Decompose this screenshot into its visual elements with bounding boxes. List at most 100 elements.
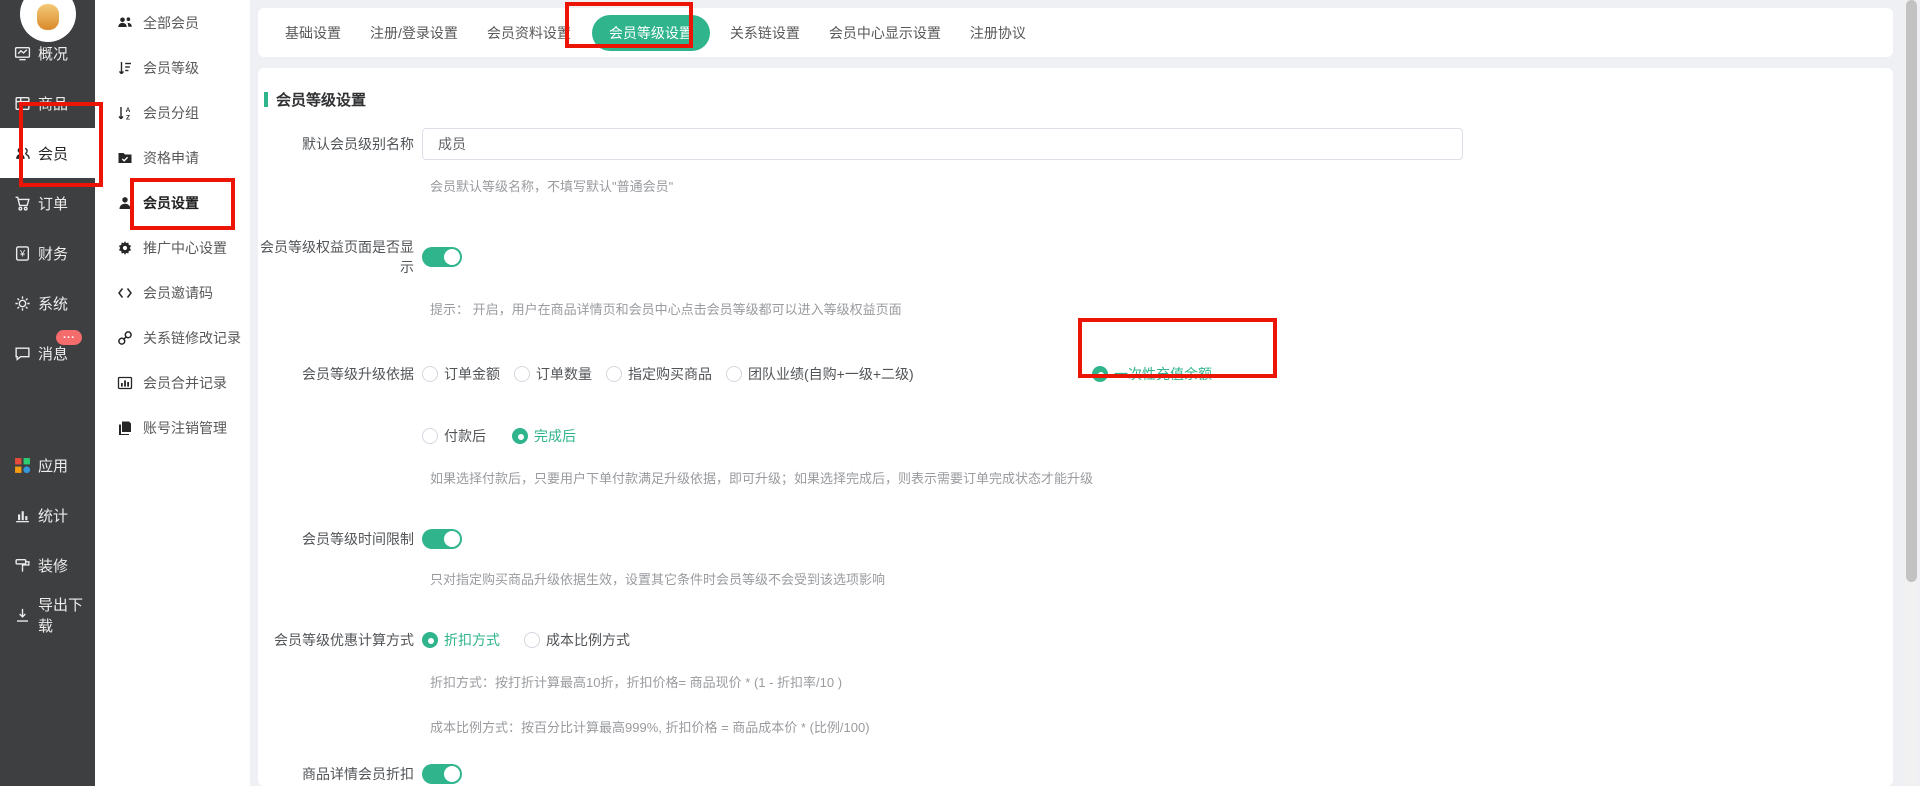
radio-team-performance[interactable]: 团队业绩(自购+一级+二级): [726, 364, 914, 384]
level-time-limit-row: 会员等级时间限制: [258, 529, 1893, 549]
relation-chain-link-icon: [117, 330, 133, 346]
settings-tab-bar: 基础设置 注册/登录设置 会员资料设置 会员等级设置 关系链设置 会员中心显示设…: [258, 8, 1893, 57]
upgrade-timing-row: 付款后 完成后: [258, 426, 1893, 446]
sidebar-item-account-cancel[interactable]: 账号注销管理: [95, 405, 250, 450]
radio-after-payment[interactable]: 付款后: [422, 426, 486, 446]
radio-specified-goods[interactable]: 指定购买商品: [606, 364, 712, 384]
sidebar-item-label: 财务: [38, 243, 68, 264]
sidebar-item-member-level[interactable]: 会员等级: [95, 45, 250, 90]
level-time-limit-toggle[interactable]: [422, 529, 462, 549]
radio-one-time-recharge[interactable]: 一次性充值余额: [1092, 364, 1212, 384]
upgrade-basis-row: 会员等级升级依据 订单金额 订单数量 指定购买商品 团队业绩(自购+一级+二级)…: [258, 364, 1893, 384]
messages-bubble-icon: [14, 345, 31, 362]
sidebar-item-label: 会员邀请码: [143, 283, 213, 303]
sidebar-item-label: 关系链修改记录: [143, 328, 241, 348]
sidebar-item-relation-chain-log[interactable]: 关系链修改记录: [95, 315, 250, 360]
primary-sidebar: 概况 商品 会员 订单 ¥ 财务 系统 消息 ...: [0, 0, 95, 786]
goods-box-icon: [14, 95, 31, 112]
sidebar-item-stats[interactable]: 统计: [0, 490, 95, 540]
sidebar-item-orders[interactable]: 订单: [0, 178, 95, 228]
sidebar-item-label: 订单: [38, 193, 68, 214]
default-level-name-input[interactable]: [422, 128, 1463, 160]
radio-order-amount[interactable]: 订单金额: [422, 364, 500, 384]
sidebar-item-system[interactable]: 系统: [0, 278, 95, 328]
sidebar-item-label: 统计: [38, 505, 68, 526]
tab-member-center-display-settings[interactable]: 会员中心显示设置: [829, 23, 941, 43]
sidebar-item-label: 会员设置: [143, 193, 199, 213]
detail-member-discount-toggle[interactable]: [422, 764, 462, 784]
sidebar-item-member-settings[interactable]: 会员设置: [95, 180, 250, 225]
member-level-settings-panel: 会员等级设置 默认会员级别名称 会员默认等级名称，不填写默认"普通会员" 会员等…: [258, 68, 1893, 786]
avatar-logo: [37, 4, 59, 30]
sidebar-item-members[interactable]: 会员: [0, 128, 95, 178]
radio-icon: [422, 366, 438, 382]
sidebar-item-label: 装修: [38, 555, 68, 576]
radio-icon: [1092, 366, 1108, 382]
svg-text:¥: ¥: [19, 248, 26, 258]
merge-record-chart-icon: [117, 375, 133, 391]
sidebar-item-label: 导出下载: [38, 594, 95, 636]
field-label: 默认会员级别名称: [258, 134, 422, 154]
sidebar-item-merge-record[interactable]: 会员合并记录: [95, 360, 250, 405]
member-settings-person-icon: [117, 195, 133, 211]
radio-icon: [726, 366, 742, 382]
scrollbar-thumb[interactable]: [1906, 0, 1917, 582]
tab-relation-chain-settings[interactable]: 关系链设置: [730, 23, 800, 43]
sidebar-item-label: 商品: [38, 93, 68, 114]
main-area: 基础设置 注册/登录设置 会员资料设置 会员等级设置 关系链设置 会员中心显示设…: [258, 0, 1893, 786]
sidebar-item-messages[interactable]: 消息 ...: [0, 328, 95, 378]
detail-member-discount-row: 商品详情会员折扣: [258, 764, 1893, 784]
radio-order-count[interactable]: 订单数量: [514, 364, 592, 384]
tab-basic-settings[interactable]: 基础设置: [285, 23, 341, 43]
section-title-text: 会员等级设置: [276, 89, 366, 110]
invite-code-icon: [117, 285, 133, 301]
default-level-name-row: 默认会员级别名称: [258, 128, 1893, 160]
system-gear-icon: [14, 295, 31, 312]
sidebar-item-apps[interactable]: 应用: [0, 440, 95, 490]
sidebar-item-invite-code[interactable]: 会员邀请码: [95, 270, 250, 315]
sidebar-item-all-members[interactable]: 全部会员: [95, 0, 250, 45]
secondary-sidebar: 全部会员 会员等级 AZ 会员分组 资格申请 会员设置 推广中心设置 会员邀请码…: [95, 0, 250, 786]
sidebar-item-goods[interactable]: 商品: [0, 78, 95, 128]
sidebar-item-label: 系统: [38, 293, 68, 314]
benefit-page-visible-row: 会员等级权益页面是否显示: [258, 237, 1893, 277]
helper-text: 折扣方式：按打折计算最高10折，折扣价格= 商品现价 * (1 - 折扣率/10…: [430, 672, 1893, 691]
primary-nav: 概况 商品 会员 订单 ¥ 财务 系统 消息 ...: [0, 28, 95, 640]
sidebar-item-qualification[interactable]: 资格申请: [95, 135, 250, 180]
helper-text: 只对指定购买商品升级依据生效，设置其它条件时会员等级不会受到该选项影响: [430, 569, 1893, 588]
helper-text: 提示： 开启，用户在商品详情页和会员中心点击会员等级都可以进入等级权益页面: [430, 299, 1893, 318]
svg-text:Z: Z: [126, 114, 130, 121]
promotion-gear-icon: [117, 240, 133, 256]
messages-badge: ...: [56, 330, 82, 345]
tab-register-agreement[interactable]: 注册协议: [970, 23, 1026, 43]
orders-cart-icon: [14, 195, 31, 212]
sidebar-item-finance[interactable]: ¥ 财务: [0, 228, 95, 278]
sidebar-item-label: 推广中心设置: [143, 238, 227, 258]
svg-text:A: A: [126, 107, 131, 114]
radio-icon: [512, 428, 528, 444]
tab-member-profile-settings[interactable]: 会员资料设置: [487, 23, 571, 43]
field-label: 会员等级升级依据: [258, 364, 422, 384]
radio-after-completion[interactable]: 完成后: [512, 426, 576, 446]
all-members-icon: [117, 15, 133, 31]
radio-discount-mode[interactable]: 折扣方式: [422, 630, 500, 650]
helper-text: 会员默认等级名称，不填写默认"普通会员": [430, 176, 1893, 195]
sidebar-item-member-group[interactable]: AZ 会员分组: [95, 90, 250, 135]
helper-text: 如果选择付款后，只要用户下单付款满足升级依据，即可升级；如果选择完成后，则表示需…: [430, 468, 1893, 487]
sidebar-item-label: 会员分组: [143, 103, 199, 123]
export-download-icon: [14, 607, 31, 624]
sidebar-item-label: 会员: [38, 143, 68, 164]
sidebar-item-promotion-settings[interactable]: 推广中心设置: [95, 225, 250, 270]
tab-member-level-settings[interactable]: 会员等级设置: [592, 15, 710, 51]
radio-cost-ratio-mode[interactable]: 成本比例方式: [524, 630, 630, 650]
sidebar-item-export[interactable]: 导出下载: [0, 590, 95, 640]
sidebar-item-decorate[interactable]: 装修: [0, 540, 95, 590]
sidebar-item-label: 账号注销管理: [143, 418, 227, 438]
member-group-sort-az-icon: AZ: [117, 105, 133, 121]
benefit-page-visible-toggle[interactable]: [422, 247, 462, 267]
sidebar-item-label: 会员等级: [143, 58, 199, 78]
field-label: 会员等级权益页面是否显示: [258, 237, 422, 277]
tab-register-login-settings[interactable]: 注册/登录设置: [370, 23, 458, 43]
section-title-accent-bar: [264, 92, 268, 107]
sidebar-item-overview[interactable]: 概况: [0, 28, 95, 78]
